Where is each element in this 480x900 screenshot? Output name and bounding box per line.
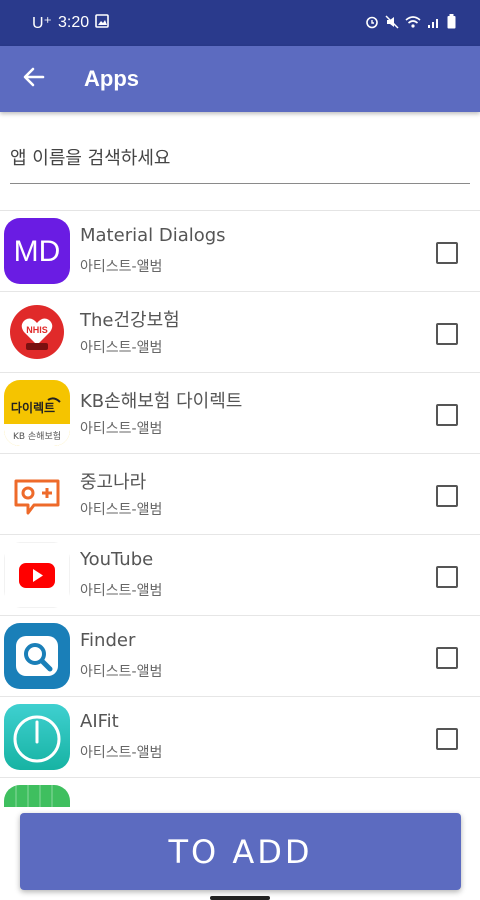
app-name: YouTube bbox=[80, 549, 154, 570]
to-add-button[interactable]: TO ADD bbox=[20, 813, 461, 890]
checkbox[interactable] bbox=[436, 485, 458, 507]
navigation-handle bbox=[210, 896, 270, 900]
list-item[interactable]: YouTube 아티스트-앨범 bbox=[0, 535, 480, 616]
finder-icon bbox=[4, 623, 70, 689]
aifit-icon bbox=[4, 704, 70, 770]
carrier-label: U⁺ bbox=[32, 15, 52, 32]
list-item[interactable]: Finder 아티스트-앨범 bbox=[0, 616, 480, 697]
kb-icon-text-top: 다이렉트 bbox=[11, 400, 55, 415]
youtube-icon bbox=[4, 542, 70, 608]
app-name: The건강보험 bbox=[80, 310, 180, 331]
app-bar: Apps bbox=[0, 46, 480, 112]
signal-icon bbox=[427, 14, 441, 33]
app-name: Material Dialogs bbox=[80, 225, 226, 246]
kb-icon-text-bottom: KB 손해보험 bbox=[13, 431, 61, 442]
app-subtitle: 아티스트-앨범 bbox=[80, 340, 163, 356]
list-item[interactable]: 중고나라 아티스트-앨범 bbox=[0, 454, 480, 535]
green-app-icon bbox=[4, 785, 70, 807]
app-subtitle: 아티스트-앨범 bbox=[80, 664, 163, 680]
kb-icon: 다이렉트 KB 손해보험 bbox=[4, 380, 70, 446]
list-item-partial[interactable] bbox=[0, 778, 480, 807]
list-item[interactable]: MD Material Dialogs 아티스트-앨범 bbox=[0, 211, 480, 292]
gallery-icon bbox=[95, 13, 109, 33]
app-subtitle: 아티스트-앨범 bbox=[80, 259, 163, 275]
md-icon: MD bbox=[4, 218, 70, 284]
page-title: Apps bbox=[84, 66, 139, 91]
app-name: Finder bbox=[80, 630, 136, 651]
status-left: U⁺ 3:20 bbox=[32, 13, 109, 33]
battery-icon bbox=[447, 13, 456, 33]
checkbox[interactable] bbox=[436, 242, 458, 264]
svg-text:MD: MD bbox=[14, 235, 61, 268]
list-item[interactable]: AIFit 아티스트-앨범 bbox=[0, 697, 480, 778]
search-wrap bbox=[10, 140, 470, 184]
checkbox[interactable] bbox=[436, 404, 458, 426]
back-button[interactable] bbox=[4, 46, 64, 112]
checkbox[interactable] bbox=[436, 728, 458, 750]
joonggonara-icon bbox=[4, 461, 70, 527]
app-name: 중고나라 bbox=[80, 472, 147, 493]
checkbox[interactable] bbox=[436, 566, 458, 588]
checkbox[interactable] bbox=[436, 647, 458, 669]
app-subtitle: 아티스트-앨범 bbox=[80, 583, 163, 599]
app-list[interactable]: MD Material Dialogs 아티스트-앨범 NHIS The건강보험… bbox=[0, 210, 480, 807]
wifi-icon bbox=[405, 14, 421, 33]
app-name: KB손해보험 다이렉트 bbox=[80, 391, 243, 412]
svg-text:NHIS: NHIS bbox=[26, 325, 48, 335]
search-input[interactable] bbox=[10, 140, 470, 184]
app-subtitle: 아티스트-앨범 bbox=[80, 421, 163, 437]
checkbox[interactable] bbox=[436, 323, 458, 345]
nhis-icon: NHIS bbox=[4, 299, 70, 365]
alarm-icon bbox=[365, 14, 379, 33]
app-name: AIFit bbox=[80, 711, 119, 732]
arrow-back-icon bbox=[23, 66, 45, 92]
clock: 3:20 bbox=[58, 14, 90, 31]
mute-icon bbox=[385, 14, 399, 33]
status-right bbox=[365, 13, 456, 33]
app-subtitle: 아티스트-앨범 bbox=[80, 502, 163, 518]
app-subtitle: 아티스트-앨범 bbox=[80, 745, 163, 761]
list-item[interactable]: NHIS The건강보험 아티스트-앨범 bbox=[0, 292, 480, 373]
status-bar: U⁺ 3:20 bbox=[0, 0, 480, 46]
list-item[interactable]: 다이렉트 KB 손해보험 KB손해보험 다이렉트 아티스트-앨범 bbox=[0, 373, 480, 454]
